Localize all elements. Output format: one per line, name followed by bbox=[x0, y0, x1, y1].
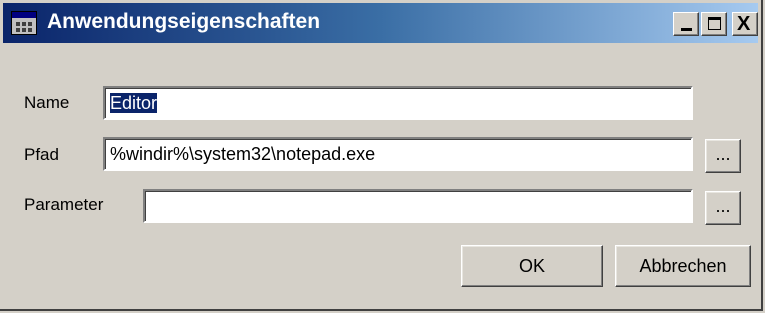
cancel-button[interactable]: Abbrechen bbox=[615, 245, 751, 287]
title-bar[interactable]: Anwendungseigenschaften X bbox=[3, 3, 758, 43]
parameter-input[interactable] bbox=[143, 189, 693, 223]
path-value: %windir%\system32\notepad.exe bbox=[110, 144, 376, 164]
name-input[interactable]: Editor bbox=[103, 86, 693, 120]
parameter-browse-button[interactable]: ... bbox=[705, 191, 741, 225]
maximize-icon bbox=[708, 17, 721, 30]
parameter-label: Parameter bbox=[24, 195, 104, 214]
close-button[interactable]: X bbox=[732, 12, 758, 36]
window-title: Anwendungseigenschaften bbox=[47, 10, 321, 33]
app-window-icon[interactable] bbox=[11, 11, 37, 35]
path-browse-button[interactable]: ... bbox=[705, 139, 741, 173]
close-icon: X bbox=[737, 13, 751, 35]
ok-button[interactable]: OK bbox=[461, 245, 603, 287]
maximize-button[interactable] bbox=[701, 12, 727, 36]
name-label: Name bbox=[24, 93, 70, 112]
minimize-icon bbox=[681, 28, 692, 31]
path-input[interactable]: %windir%\system32\notepad.exe bbox=[103, 137, 693, 171]
dialog-window: Anwendungseigenschaften X Name Editor Pf… bbox=[0, 0, 763, 311]
path-label: Pfad bbox=[24, 145, 59, 164]
minimize-button[interactable] bbox=[673, 12, 699, 36]
name-value: Editor bbox=[110, 93, 158, 113]
